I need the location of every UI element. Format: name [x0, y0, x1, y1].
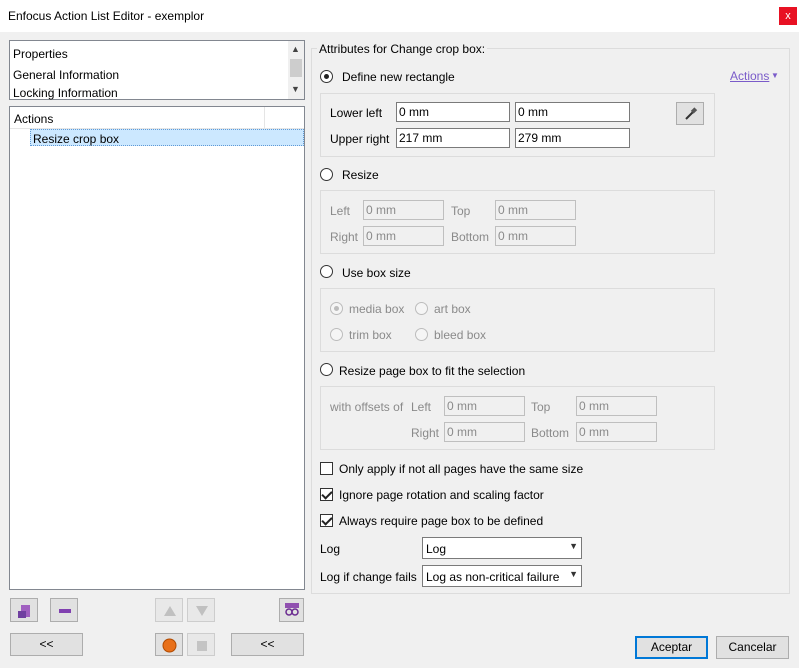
properties-item-locking[interactable]: Locking Information [13, 86, 118, 100]
chevron-down-icon: ▼ [569, 569, 578, 579]
actions-header-label: Actions [14, 112, 54, 126]
window-title: Enfocus Action List Editor - exemplor [8, 9, 205, 23]
trim-box-label[interactable]: trim box [349, 328, 392, 342]
log-label: Log [320, 542, 341, 556]
column-divider [264, 107, 265, 128]
use-box-size-radio[interactable] [320, 265, 333, 278]
fit-selection-label[interactable]: Resize page box to fit the selection [339, 364, 525, 378]
stop-button[interactable] [187, 633, 215, 656]
fit-selection-radio[interactable] [320, 363, 333, 376]
actions-header: Actions [10, 107, 304, 129]
close-button[interactable]: x [779, 7, 797, 25]
fit-bottom-input[interactable]: 0 mm [576, 422, 657, 442]
action-row-label: Resize crop box [33, 132, 120, 146]
cancel-button[interactable]: Cancelar [716, 636, 789, 659]
fit-top-input[interactable]: 0 mm [576, 396, 657, 416]
upper-right-label: Upper right [330, 132, 390, 146]
fit-top-label: Top [531, 400, 551, 414]
resize-bottom-label: Bottom [451, 230, 490, 244]
lower-left-label: Lower left [330, 106, 383, 120]
media-box-radio[interactable] [330, 302, 343, 315]
remove-action-button[interactable] [50, 598, 78, 622]
require-page-box-label[interactable]: Always require page box to be defined [339, 514, 543, 528]
ignore-rotation-label[interactable]: Ignore page rotation and scaling factor [339, 488, 544, 502]
scroll-up-icon[interactable]: ▲ [288, 44, 303, 54]
ok-button[interactable]: Aceptar [635, 636, 708, 659]
resize-top-label: Top [451, 204, 471, 218]
properties-list[interactable]: Properties General Information Locking I… [9, 40, 305, 100]
attributes-group-title: Attributes for Change crop box: [317, 42, 488, 56]
collapse-right-button[interactable]: << [231, 633, 304, 656]
only-apply-label[interactable]: Only apply if not all pages have the sam… [339, 462, 583, 476]
action-row-selected[interactable]: Resize crop box [30, 129, 304, 146]
resize-right-label: Right [330, 230, 359, 244]
bleed-box-radio[interactable] [415, 328, 428, 341]
glasses-icon [285, 603, 299, 616]
move-down-button[interactable] [187, 598, 215, 622]
properties-item-general[interactable]: General Information [13, 68, 119, 82]
arrow-up-icon [164, 606, 176, 616]
art-box-radio[interactable] [415, 302, 428, 315]
chevron-down-icon: ▼ [569, 541, 578, 551]
lower-left-y-input[interactable]: 0 mm [515, 102, 630, 122]
dropdown-arrow-icon[interactable]: ▼ [771, 71, 779, 80]
fit-left-label: Left [411, 400, 432, 414]
arrow-down-icon [196, 606, 208, 616]
properties-scrollbar[interactable]: ▲ ▼ [288, 41, 304, 99]
upper-right-y-input[interactable]: 279 mm [515, 128, 630, 148]
only-apply-checkbox[interactable] [320, 462, 333, 475]
box-size-group [320, 288, 715, 352]
log-fail-select[interactable]: Log as non-critical failure ▼ [422, 565, 582, 587]
trim-box-radio[interactable] [330, 328, 343, 341]
remove-icon [59, 609, 71, 613]
resize-top-input[interactable]: 0 mm [495, 200, 576, 220]
resize-right-input[interactable]: 0 mm [363, 226, 444, 246]
actions-menu-link[interactable]: Actions [730, 69, 769, 83]
log-select[interactable]: Log ▼ [422, 537, 582, 559]
define-rectangle-label[interactable]: Define new rectangle [342, 70, 455, 84]
eyedropper-icon [685, 107, 698, 120]
actions-list[interactable]: Actions Resize crop box [9, 106, 305, 590]
stop-icon [197, 641, 207, 651]
log-fail-label: Log if change fails [320, 570, 417, 584]
properties-header[interactable]: Properties [13, 47, 68, 61]
bleed-box-label[interactable]: bleed box [434, 328, 486, 342]
art-box-label[interactable]: art box [434, 302, 471, 316]
run-orb-icon [162, 638, 177, 653]
scroll-down-icon[interactable]: ▼ [288, 84, 303, 94]
add-action-button[interactable] [10, 598, 38, 622]
resize-left-label: Left [330, 204, 351, 218]
run-button[interactable] [155, 633, 183, 656]
lower-left-x-input[interactable]: 0 mm [396, 102, 510, 122]
log-fail-select-value: Log as non-critical failure [426, 570, 560, 584]
scroll-thumb[interactable] [290, 59, 302, 77]
media-box-label[interactable]: media box [349, 302, 404, 316]
fit-bottom-label: Bottom [531, 426, 570, 440]
add-action-icon [18, 605, 30, 618]
resize-radio[interactable] [320, 168, 333, 181]
resize-left-input[interactable]: 0 mm [363, 200, 444, 220]
eyedropper-button[interactable] [676, 102, 704, 125]
offsets-label: with offsets of [330, 400, 404, 414]
ignore-rotation-checkbox[interactable] [320, 488, 333, 501]
collapse-left-button[interactable]: << [10, 633, 83, 656]
preview-button[interactable] [279, 598, 304, 622]
resize-bottom-input[interactable]: 0 mm [495, 226, 576, 246]
fit-left-input[interactable]: 0 mm [444, 396, 525, 416]
define-rectangle-radio[interactable] [320, 70, 333, 83]
upper-right-x-input[interactable]: 217 mm [396, 128, 510, 148]
fit-right-input[interactable]: 0 mm [444, 422, 525, 442]
fit-right-label: Right [411, 426, 440, 440]
log-select-value: Log [426, 542, 447, 556]
resize-label[interactable]: Resize [342, 168, 379, 182]
title-bar: Enfocus Action List Editor - exemplor x [0, 0, 799, 32]
use-box-size-label[interactable]: Use box size [342, 266, 411, 280]
move-up-button[interactable] [155, 598, 183, 622]
require-page-box-checkbox[interactable] [320, 514, 333, 527]
